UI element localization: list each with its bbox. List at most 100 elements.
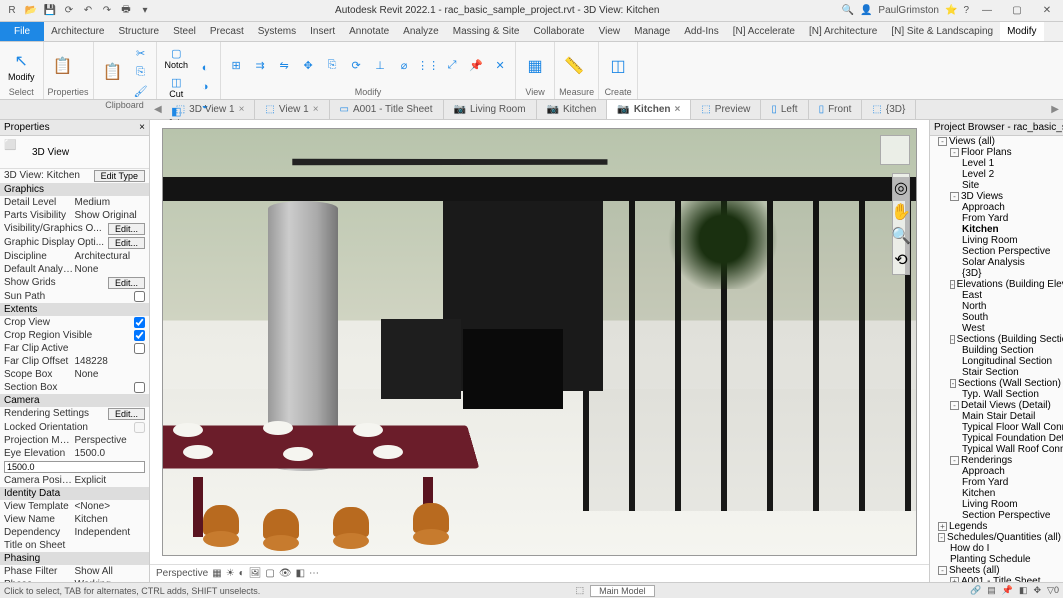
- user-icon[interactable]: 👤: [860, 5, 872, 16]
- collapse-icon[interactable]: -: [950, 456, 959, 465]
- expand-icon[interactable]: +: [938, 522, 947, 531]
- nav-bar[interactable]: ◎ ✋ 🔍 ⟲: [892, 173, 910, 275]
- tab-narch[interactable]: [N] Architecture: [802, 22, 884, 41]
- scale-icon[interactable]: ⤢: [441, 57, 463, 75]
- select-pinned-icon[interactable]: 📌: [1002, 585, 1013, 596]
- section-camera[interactable]: Camera: [0, 394, 149, 407]
- tree-item[interactable]: Approach: [930, 466, 1063, 477]
- tree-item[interactable]: Typical Foundation Detail: [930, 433, 1063, 444]
- print-icon[interactable]: 🖶: [118, 3, 134, 19]
- redo-icon[interactable]: ↷: [99, 3, 115, 19]
- tree-floorplans[interactable]: -Floor Plans: [930, 147, 1063, 158]
- sun-icon[interactable]: ☀: [226, 568, 235, 579]
- crop-view-checkbox[interactable]: [134, 317, 145, 328]
- doc-tab-left[interactable]: ▯Left: [761, 100, 808, 119]
- tree-elevations[interactable]: -Elevations (Building Elevation): [930, 279, 1063, 290]
- dad-value[interactable]: None: [75, 264, 146, 275]
- section-identity[interactable]: Identity Data: [0, 487, 149, 500]
- tree-item[interactable]: Stair Section: [930, 367, 1063, 378]
- crop-icon[interactable]: ▢: [265, 568, 274, 579]
- file-tab[interactable]: File: [0, 22, 44, 41]
- tab-scroll-left[interactable]: ◀: [150, 104, 166, 115]
- modify-button[interactable]: ↖Modify: [4, 48, 39, 84]
- tree-item[interactable]: Section Perspective: [930, 510, 1063, 521]
- tree-item[interactable]: West: [930, 323, 1063, 334]
- tab-structure[interactable]: Structure: [111, 22, 166, 41]
- target-elev-input[interactable]: [4, 461, 145, 473]
- select-underlay-icon[interactable]: ▤: [987, 585, 996, 596]
- tab-insert[interactable]: Insert: [303, 22, 342, 41]
- move-icon[interactable]: ✥: [297, 57, 319, 75]
- 3d-canvas[interactable]: ◎ ✋ 🔍 ⟲: [162, 128, 917, 556]
- select-face-icon[interactable]: ◧: [1019, 585, 1028, 596]
- orbit-icon[interactable]: ⟲: [894, 250, 907, 270]
- close-icon[interactable]: ×: [674, 104, 680, 115]
- edit-type-button[interactable]: Edit Type: [94, 170, 145, 182]
- render-icon[interactable]: 🖼: [249, 568, 262, 579]
- doc-tab-kitchen1[interactable]: 📷Kitchen: [537, 100, 608, 119]
- copy-button[interactable]: ⎘: [130, 63, 152, 81]
- tree-item[interactable]: Living Room: [930, 235, 1063, 246]
- section-extents[interactable]: Extents: [0, 303, 149, 316]
- cut-button[interactable]: ✂: [130, 44, 152, 62]
- doc-tab-3d[interactable]: ⬚{3D}: [862, 100, 916, 119]
- doc-tab-view1[interactable]: ⬚View 1×: [255, 100, 329, 119]
- tree-detail[interactable]: -Detail Views (Detail): [930, 400, 1063, 411]
- tree-item[interactable]: Approach: [930, 202, 1063, 213]
- offset-icon[interactable]: ⇉: [249, 57, 271, 75]
- tree-item[interactable]: Site: [930, 180, 1063, 191]
- phase-value[interactable]: Working Drawings: [75, 579, 146, 582]
- split-icon[interactable]: ⌀: [393, 57, 415, 75]
- tree-item[interactable]: Main Stair Detail: [930, 411, 1063, 422]
- tree-item[interactable]: East: [930, 290, 1063, 301]
- collapse-icon[interactable]: -: [950, 335, 955, 344]
- user-name[interactable]: PaulGrimston: [878, 5, 939, 16]
- close-button[interactable]: ✕: [1035, 2, 1059, 20]
- hide-icon[interactable]: 👁: [279, 568, 292, 579]
- mirror-icon[interactable]: ⇋: [273, 57, 295, 75]
- tree-item[interactable]: How do I: [930, 543, 1063, 554]
- parts-vis-value[interactable]: Show Original: [75, 210, 146, 221]
- tab-accelerate[interactable]: [N] Accelerate: [726, 22, 802, 41]
- trim-icon[interactable]: ⊥: [369, 57, 391, 75]
- tab-scroll-right[interactable]: ▶: [1047, 104, 1063, 115]
- gdo-edit-button[interactable]: Edit...: [108, 237, 145, 249]
- sync-icon[interactable]: ⟳: [61, 3, 77, 19]
- tree-sections-w[interactable]: -Sections (Wall Section): [930, 378, 1063, 389]
- proj-value[interactable]: Perspective: [75, 435, 146, 446]
- steering-icon[interactable]: ◎: [894, 178, 908, 198]
- tab-nsite[interactable]: [N] Site & Landscaping: [884, 22, 1000, 41]
- favorite-icon[interactable]: ⭐: [945, 5, 957, 16]
- nav-cube[interactable]: [880, 135, 910, 165]
- tab-modify[interactable]: Modify: [1000, 22, 1043, 41]
- doc-tab-titlesheet[interactable]: ▭A001 - Title Sheet: [330, 100, 444, 119]
- tree-renderings[interactable]: -Renderings: [930, 455, 1063, 466]
- tab-systems[interactable]: Systems: [251, 22, 303, 41]
- tree-views[interactable]: -Views (all): [930, 136, 1063, 147]
- tree-item[interactable]: North: [930, 301, 1063, 312]
- type-selector[interactable]: 3D View: [32, 147, 69, 158]
- qat-dropdown-icon[interactable]: ▾: [137, 3, 153, 19]
- view-button[interactable]: ▦: [520, 53, 550, 79]
- tab-collaborate[interactable]: Collaborate: [526, 22, 591, 41]
- tree-item[interactable]: Building Section: [930, 345, 1063, 356]
- delete-icon[interactable]: ✕: [489, 57, 511, 75]
- minimize-button[interactable]: —: [975, 2, 999, 20]
- collapse-icon[interactable]: -: [950, 280, 955, 289]
- select-links-icon[interactable]: 🔗: [970, 585, 981, 596]
- pfilter-value[interactable]: Show All: [75, 566, 146, 577]
- create-button[interactable]: ◫: [603, 53, 633, 79]
- collapse-icon[interactable]: -: [950, 148, 959, 157]
- tree-item[interactable]: +A001 - Title Sheet: [930, 576, 1063, 582]
- worksets-icon[interactable]: ⬚: [576, 585, 585, 596]
- tree-item[interactable]: Typical Wall Roof Connection: [930, 444, 1063, 455]
- pan-icon[interactable]: ✋: [891, 202, 911, 222]
- tree-item[interactable]: Planting Schedule: [930, 554, 1063, 565]
- sun-path-checkbox[interactable]: [134, 291, 145, 302]
- close-icon[interactable]: ×: [313, 104, 319, 115]
- tab-massing[interactable]: Massing & Site: [446, 22, 527, 41]
- panel-close-icon[interactable]: ×: [139, 122, 145, 133]
- cope-icon[interactable]: ◐: [194, 59, 216, 77]
- collapse-icon[interactable]: -: [938, 137, 947, 146]
- tab-analyze[interactable]: Analyze: [396, 22, 446, 41]
